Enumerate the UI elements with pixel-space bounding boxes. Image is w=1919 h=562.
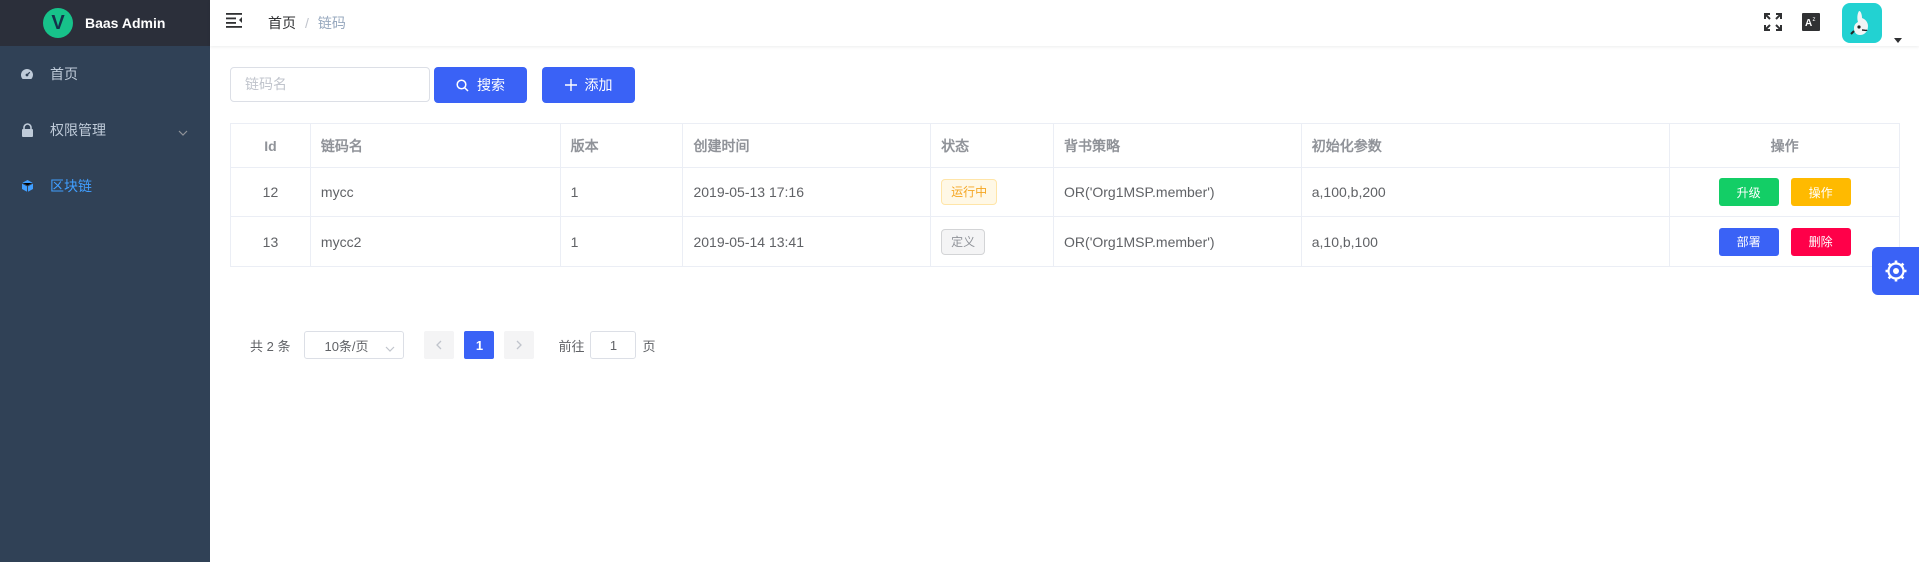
breadcrumb-current: 链码 [317, 15, 346, 31]
fullscreen-icon[interactable] [1762, 11, 1784, 33]
column-header: 创建时间 [683, 124, 932, 167]
pagination: 共 2 条 10条/页 1 前往 1 页 [250, 331, 656, 359]
column-header: 操作 [1770, 137, 1799, 154]
chevron-down-icon [385, 340, 395, 355]
cell-id: 13 [231, 217, 311, 266]
sidebar-item-label: 首页 [50, 67, 78, 83]
lock-icon [20, 123, 34, 137]
svg-text:z: z [1813, 17, 1816, 23]
menu-toggle-icon[interactable] [226, 12, 244, 30]
caret-down-icon[interactable] [1894, 28, 1902, 47]
cell-version: 1 [561, 168, 684, 216]
column-header: 背书策略 [1054, 124, 1302, 167]
upgrade-button[interactable]: 升级 [1718, 178, 1779, 206]
cell-actions: 升级 操作 [1670, 168, 1899, 216]
gear-icon [1885, 260, 1906, 282]
cell-name: mycc2 [311, 217, 561, 266]
cell-status: 运行中 [931, 168, 1055, 216]
add-button-label: 添加 [584, 77, 613, 93]
page-size-value: 10条/页 [324, 338, 369, 354]
chevron-left-icon [436, 340, 442, 350]
goto-label: 前往 [558, 338, 585, 354]
svg-text:A: A [1805, 18, 1812, 29]
table-header: Id 链码名 版本 创建时间 状态 背书策略 初始化参数 操作 [231, 124, 1899, 168]
navbar: 首页 / 链码 Az [210, 0, 1919, 46]
chevron-right-icon [517, 340, 523, 350]
column-header: 状态 [931, 124, 1055, 167]
column-header: 链码名 [311, 124, 561, 167]
plus-icon [564, 79, 577, 91]
cell-actions: 部署 删除 [1670, 217, 1899, 266]
sidebar-item-label: 权限管理 [50, 123, 106, 139]
logo[interactable]: V Baas Admin [0, 0, 210, 46]
breadcrumb: 首页 / 链码 [268, 13, 346, 33]
search-button-label: 搜索 [477, 77, 505, 93]
status-badge: 定义 [941, 228, 986, 255]
cell-policy: OR('Org1MSP.member') [1054, 217, 1302, 266]
delete-button[interactable]: 删除 [1790, 227, 1851, 256]
search-input[interactable]: 链码名 [230, 67, 430, 102]
prev-page-button[interactable] [424, 331, 455, 359]
breadcrumb-home[interactable]: 首页 [268, 15, 296, 31]
chaincode-table: Id 链码名 版本 创建时间 状态 背书策略 初始化参数 操作 12 mycc … [230, 123, 1900, 267]
cell-version: 1 [561, 217, 684, 266]
sidebar-item-home[interactable]: 首页 [0, 46, 210, 102]
cell-policy: OR('Org1MSP.member') [1054, 168, 1302, 216]
sidebar-item-permissions[interactable]: 权限管理 [0, 102, 210, 158]
operate-button[interactable]: 操作 [1790, 178, 1851, 206]
column-header: Id [231, 124, 311, 167]
cube-icon [20, 179, 34, 193]
column-header: 初始化参数 [1302, 124, 1671, 167]
page-suffix: 页 [642, 338, 656, 354]
avatar[interactable] [1842, 3, 1882, 43]
app-title: Baas Admin [85, 15, 166, 31]
cell-created: 2019-05-14 13:41 [683, 217, 932, 266]
dashboard-icon [20, 67, 34, 81]
page-size-select[interactable]: 10条/页 [304, 331, 405, 359]
sidebar-item-blockchain[interactable]: 区块链 [0, 158, 210, 214]
status-badge: 运行中 [941, 179, 998, 205]
cell-name: mycc [311, 168, 561, 216]
cell-args: a,100,b,200 [1302, 168, 1671, 216]
cell-args: a,10,b,100 [1302, 217, 1671, 266]
search-icon [456, 78, 469, 92]
pagination-total: 共 2 条 [250, 338, 291, 354]
column-header: 版本 [561, 124, 684, 167]
settings-button[interactable] [1872, 247, 1919, 295]
search-button[interactable]: 搜索 [434, 67, 527, 103]
breadcrumb-separator: / [305, 15, 309, 31]
logo-icon: V [43, 8, 73, 38]
language-icon[interactable]: Az [1800, 11, 1822, 33]
chevron-down-icon [178, 124, 188, 140]
sidebar-item-label: 区块链 [50, 179, 92, 195]
table-row: 12 mycc 1 2019-05-13 17:16 运行中 OR('Org1M… [231, 168, 1899, 217]
cell-created: 2019-05-13 17:16 [683, 168, 932, 216]
sidebar: V Baas Admin 首页 权限管理 区块链 [0, 0, 210, 562]
table-row: 13 mycc2 1 2019-05-14 13:41 定义 OR('Org1M… [231, 217, 1899, 266]
add-button[interactable]: 添加 [542, 67, 635, 103]
next-page-button[interactable] [504, 331, 535, 359]
cell-id: 12 [231, 168, 311, 216]
cell-status: 定义 [931, 217, 1055, 266]
deploy-button[interactable]: 部署 [1718, 227, 1779, 256]
goto-page-input[interactable]: 1 [590, 331, 637, 359]
page-number[interactable]: 1 [464, 331, 495, 359]
